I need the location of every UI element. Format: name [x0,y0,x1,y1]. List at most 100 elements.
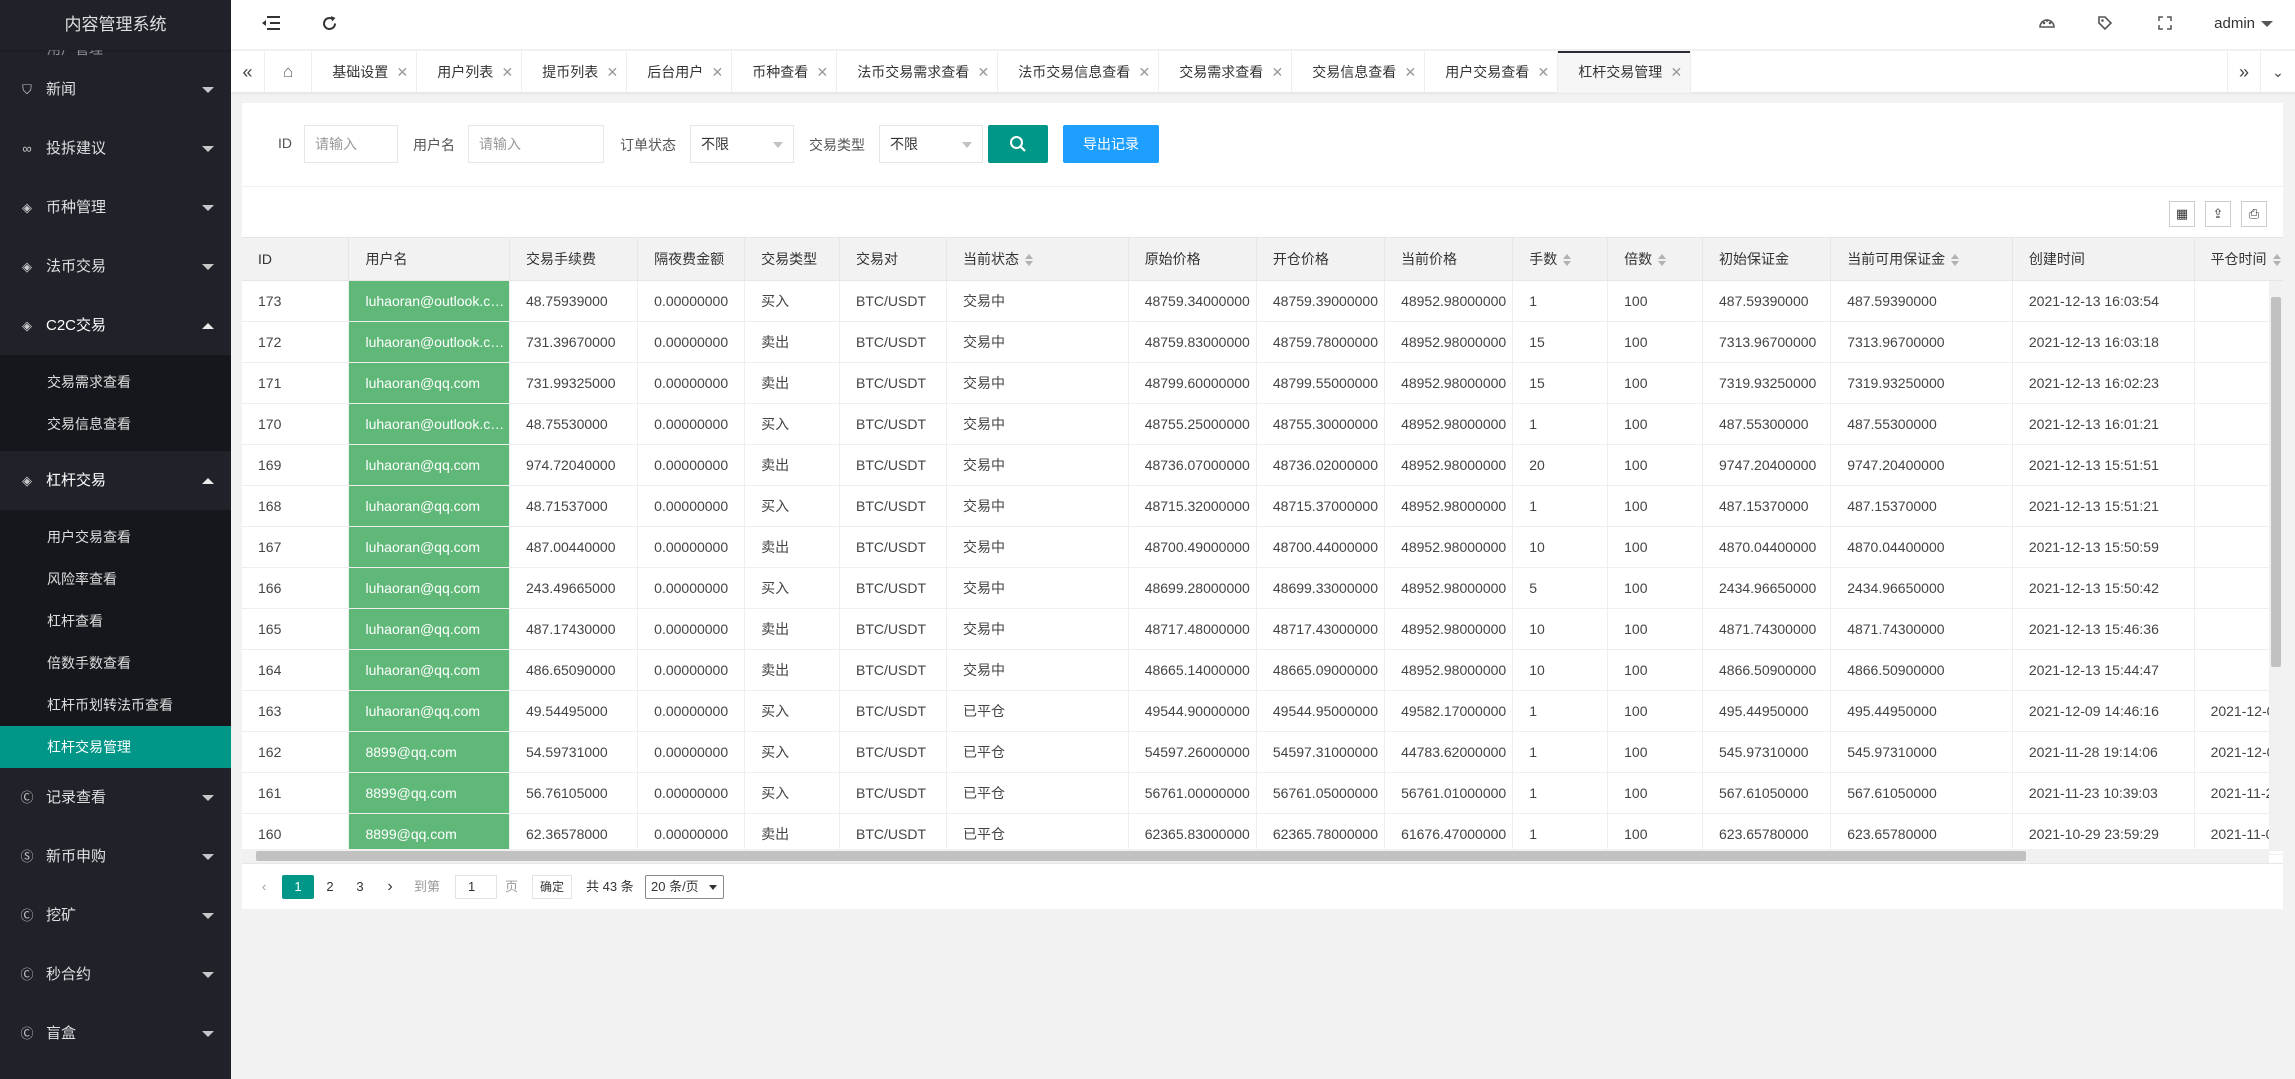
col-header-sortable[interactable]: 手数 [1512,238,1609,281]
sidebar-subitem-leverage-manage[interactable]: 杠杆交易管理 [0,726,231,768]
sort-icon[interactable] [1658,254,1667,267]
table-row[interactable]: 165 luhaoran@qq.com 487.17430000 0.00000000… [242,608,2283,650]
goto-page-input[interactable]: 1 [455,875,497,899]
next-page-icon[interactable]: › [380,875,400,899]
tab-item[interactable]: 币种查看 ✕ [732,51,838,93]
table-row[interactable]: 162 8899@qq.com 54.59731000 0.00000000 买入 BTC… [242,731,2283,773]
tab-item[interactable]: 法币交易需求查看 ✕ [837,51,999,93]
sidebar-item-c2c[interactable]: ◈ C2C交易 [0,296,231,355]
table-row[interactable]: 163 luhaoran@qq.com 49.54495000 0.00000000 买… [242,690,2283,732]
sidebar-item-new-coin[interactable]: Ⓢ 新币申购 [0,827,231,886]
page-number[interactable]: 3 [350,875,370,899]
close-icon[interactable]: ✕ [1272,51,1284,93]
close-icon[interactable]: ✕ [817,51,829,93]
close-icon[interactable]: ✕ [712,51,724,93]
table-row[interactable]: 167 luhaoran@qq.com 487.00440000 0.00000000… [242,526,2283,568]
username-cell: luhaoran@outlook.com [348,321,510,363]
tab-item[interactable]: 用户交易查看 ✕ [1425,51,1559,93]
username-input[interactable]: 请输入 [468,125,604,163]
sidebar-item-records[interactable]: Ⓒ 记录查看 [0,768,231,827]
sidebar-item-news[interactable]: ⛉ 新闻 [0,60,231,119]
tab-item[interactable]: 基础设置 ✕ [312,51,418,93]
sidebar-item-second-contract[interactable]: Ⓒ 秒合约 [0,945,231,1004]
col-header-sortable[interactable]: 平仓时间 [2194,238,2283,281]
sidebar-item-blind-box[interactable]: Ⓒ 盲盒 [0,1004,231,1063]
close-icon[interactable]: ✕ [1538,51,1550,93]
search-button[interactable] [988,125,1048,163]
sidebar-item-leverage[interactable]: ◈ 杠杆交易 [0,451,231,510]
tab-item[interactable]: 用户列表 ✕ [417,51,523,93]
goto-confirm-button[interactable]: 确定 [532,875,572,899]
sidebar-subitem-transfer[interactable]: 杠杆币划转法币查看 [0,684,231,726]
tab-item[interactable]: 后台用户 ✕ [627,51,733,93]
tab-home[interactable]: ⌂ [265,51,313,93]
tab-item[interactable]: 提币列表 ✕ [522,51,628,93]
sidebar-item-suggestions[interactable]: ∞ 投拆建议 [0,119,231,178]
col-header-sortable[interactable]: 当前可用保证金 [1830,238,2013,281]
tag-icon[interactable] [2095,15,2115,35]
prev-page-icon[interactable]: ‹ [254,875,274,899]
table-row[interactable]: 160 8899@qq.com 62.36578000 0.00000000 卖出 BTC… [242,813,2283,855]
close-icon[interactable]: ✕ [1405,51,1417,93]
trade-type-select[interactable]: 不限 [879,125,983,163]
table-row[interactable]: 172 luhaoran@outlook.com 731.39670000 0.000… [242,321,2283,363]
close-icon[interactable]: ✕ [978,51,990,93]
order-status-select[interactable]: 不限 [690,125,794,163]
table-row[interactable]: 168 luhaoran@qq.com 48.71537000 0.00000000 买… [242,485,2283,527]
close-icon[interactable]: ✕ [1671,51,1683,93]
sort-icon[interactable] [1951,254,1960,267]
columns-icon[interactable]: ▦ [2169,201,2195,227]
refresh-icon[interactable] [319,15,339,35]
page-number-current[interactable]: 1 [282,875,314,899]
table-cell: 49544.90000000 [1128,690,1257,732]
sidebar-subitem-user-trades[interactable]: 用户交易查看 [0,516,231,558]
sidebar-subitem-risk-rate[interactable]: 风险率查看 [0,558,231,600]
tabs-next-icon[interactable]: » [2227,51,2261,93]
table-row[interactable]: 161 8899@qq.com 56.76105000 0.00000000 买入 BTC… [242,772,2283,814]
sort-icon[interactable] [1563,254,1572,267]
sidebar-subitem-trade-demand[interactable]: 交易需求查看 [0,361,231,403]
export-button[interactable]: 导出记录 [1063,125,1159,163]
vertical-scrollbar[interactable] [2269,281,2283,851]
id-input[interactable]: 请输入 [304,125,398,163]
table-cell: 48952.98000000 [1384,649,1514,691]
print-icon[interactable]: ⎙ [2241,201,2267,227]
tab-item[interactable]: 交易需求查看 ✕ [1159,51,1293,93]
table-row[interactable]: 173 luhaoran@outlook.com 48.75939000 0.0000… [242,280,2283,322]
table-cell: 1 [1512,690,1609,732]
theme-icon[interactable] [2037,15,2057,35]
sort-icon[interactable] [1025,254,1033,267]
close-icon[interactable]: ✕ [607,51,619,93]
horizontal-scrollbar[interactable] [242,849,2269,863]
table-row[interactable]: 170 luhaoran@outlook.com 48.75530000 0.0000… [242,403,2283,445]
user-menu[interactable]: admin [2214,15,2273,32]
sidebar-item-currency[interactable]: ◈ 币种管理 [0,178,231,237]
sidebar-subitem-trade-info[interactable]: 交易信息查看 [0,403,231,445]
tab-item[interactable]: 交易信息查看 ✕ [1292,51,1426,93]
page-size-select[interactable]: 20 条/页 [645,875,724,899]
scrollbar-thumb[interactable] [256,851,2026,861]
fullscreen-icon[interactable] [2155,15,2175,35]
sidebar-subitem-multiplier[interactable]: 倍数手数查看 [0,642,231,684]
sidebar-subitem-leverage-view[interactable]: 杠杆查看 [0,600,231,642]
sidebar-item-fiat[interactable]: ◈ 法币交易 [0,237,231,296]
sidebar-item-mining[interactable]: Ⓒ 挖矿 [0,886,231,945]
sort-icon[interactable] [2272,254,2281,267]
page-number[interactable]: 2 [320,875,340,899]
close-icon[interactable]: ✕ [502,51,514,93]
close-icon[interactable]: ✕ [1139,51,1151,93]
col-header-sortable[interactable]: 当前状态 [946,238,1129,281]
close-icon[interactable]: ✕ [397,51,409,93]
tabs-menu-icon[interactable]: ⌄ [2261,51,2295,93]
tab-item[interactable]: 法币交易信息查看 ✕ [998,51,1160,93]
table-row[interactable]: 166 luhaoran@qq.com 243.49665000 0.00000000… [242,567,2283,609]
table-row[interactable]: 169 luhaoran@qq.com 974.72040000 0.00000000… [242,444,2283,486]
table-row[interactable]: 164 luhaoran@qq.com 486.65090000 0.00000000… [242,649,2283,691]
table-row[interactable]: 171 luhaoran@qq.com 731.99325000 0.00000000… [242,362,2283,404]
tabs-prev-icon[interactable]: « [231,51,265,93]
col-header-sortable[interactable]: 倍数 [1607,238,1703,281]
menu-toggle-icon[interactable] [261,15,281,35]
tab-item-active[interactable]: 杠杆交易管理 ✕ [1558,51,1692,93]
export-icon[interactable]: ⇪ [2205,201,2231,227]
scrollbar-thumb[interactable] [2271,297,2281,667]
